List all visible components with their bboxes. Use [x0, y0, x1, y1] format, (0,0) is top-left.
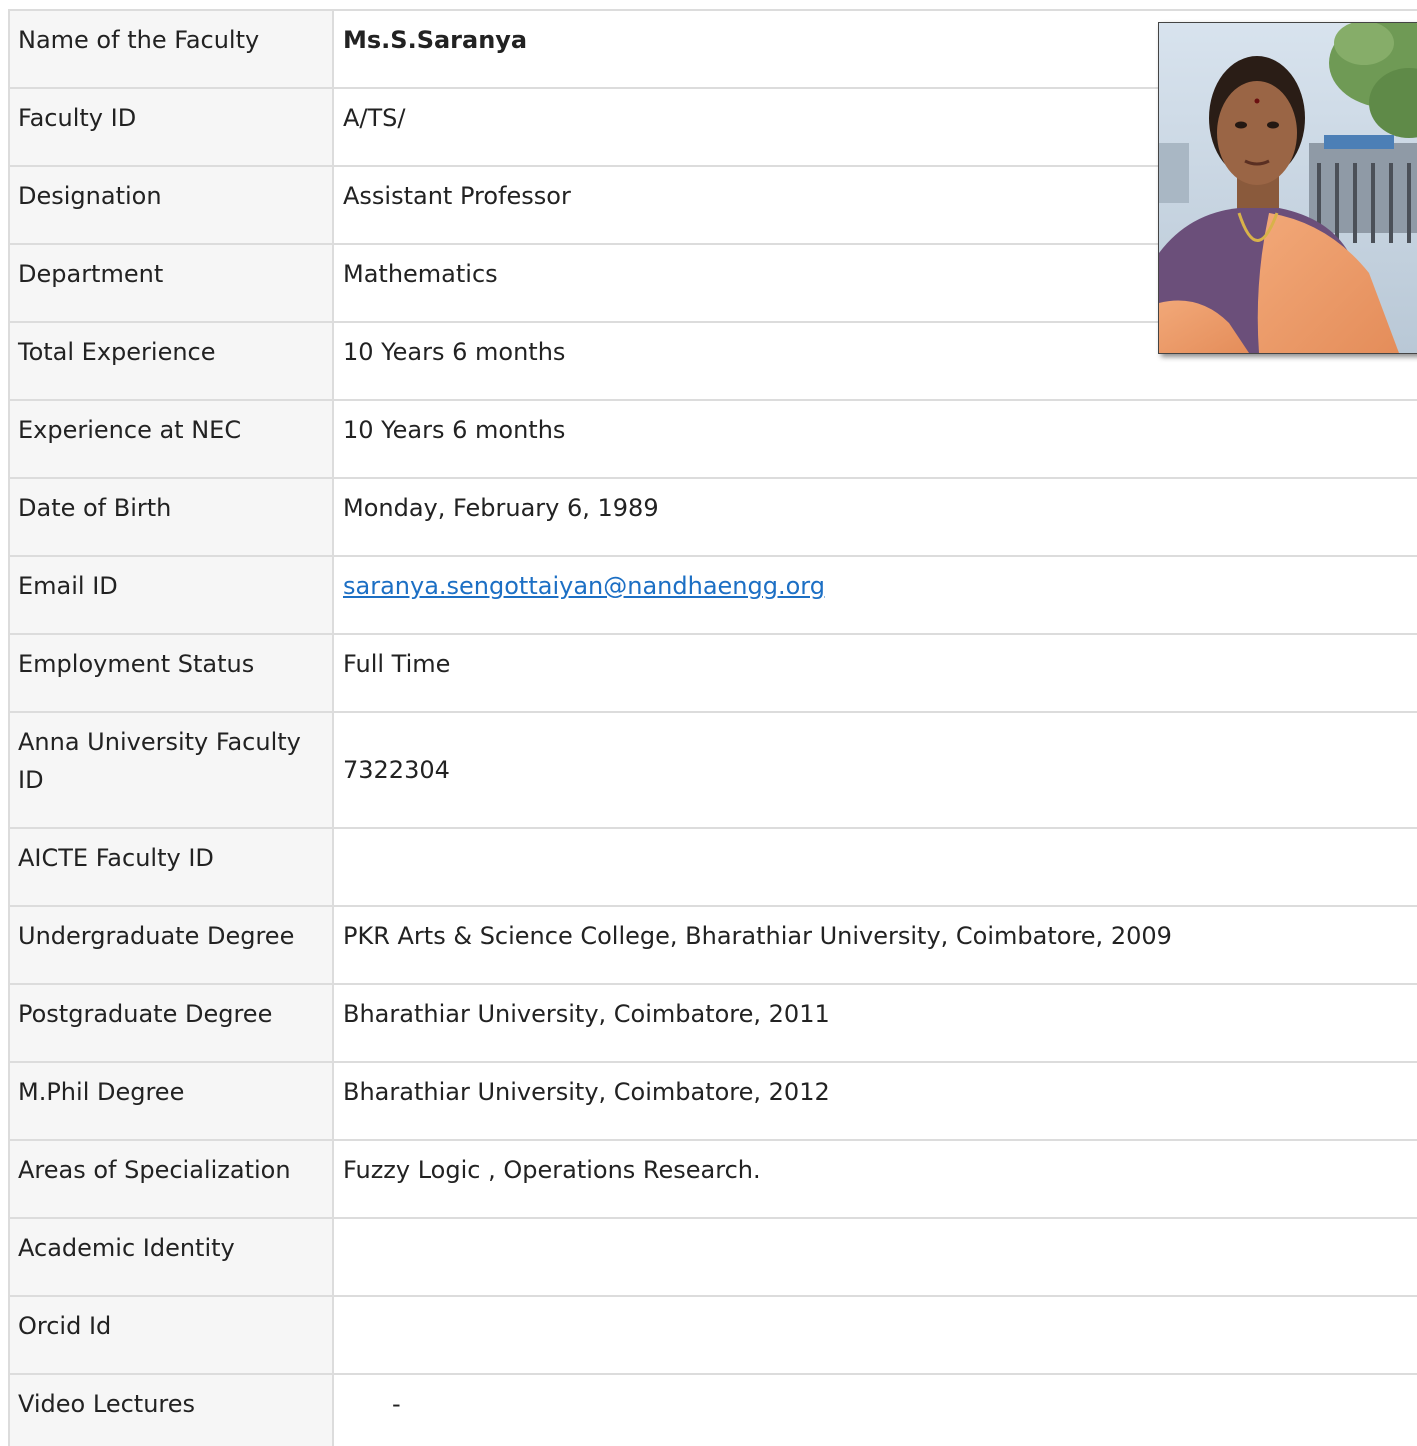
row-label: M.Phil Degree: [8, 1061, 334, 1141]
row-label: Postgraduate Degree: [8, 983, 334, 1063]
table-row: Anna University Faculty ID 7322304: [8, 711, 1417, 829]
video-lectures-value: -: [332, 1373, 1417, 1446]
row-label: Video Lectures: [8, 1373, 334, 1446]
table-row: Areas of Specialization Fuzzy Logic , Op…: [8, 1139, 1417, 1219]
date-of-birth-value: Monday, February 6, 1989: [332, 477, 1417, 557]
email-link[interactable]: saranya.sengottaiyan@nandhaengg.org: [343, 572, 825, 600]
faculty-profile-page: Name of the Faculty Ms.S.Saranya Faculty…: [0, 0, 1417, 1446]
row-label: Employment Status: [8, 633, 334, 713]
ug-degree-value: PKR Arts & Science College, Bharathiar U…: [332, 905, 1417, 985]
pg-degree-value: Bharathiar University, Coimbatore, 2011: [332, 983, 1417, 1063]
table-row: Date of Birth Monday, February 6, 1989: [8, 477, 1417, 557]
table-row: Employment Status Full Time: [8, 633, 1417, 713]
aicte-id-value: [332, 827, 1417, 907]
employment-status-value: Full Time: [332, 633, 1417, 713]
table-row: Undergraduate Degree PKR Arts & Science …: [8, 905, 1417, 985]
table-row: Postgraduate Degree Bharathiar Universit…: [8, 983, 1417, 1063]
table-row: M.Phil Degree Bharathiar University, Coi…: [8, 1061, 1417, 1141]
table-row: Video Lectures -: [8, 1373, 1417, 1446]
portrait-image: [1159, 23, 1417, 353]
nec-experience-value: 10 Years 6 months: [332, 399, 1417, 479]
row-label: Email ID: [8, 555, 334, 635]
table-row: Experience at NEC 10 Years 6 months: [8, 399, 1417, 479]
row-label: Undergraduate Degree: [8, 905, 334, 985]
row-label: Total Experience: [8, 321, 334, 401]
row-label: Areas of Specialization: [8, 1139, 334, 1219]
mphil-degree-value: Bharathiar University, Coimbatore, 2012: [332, 1061, 1417, 1141]
row-label: Anna University Faculty ID: [8, 711, 334, 829]
row-label: Academic Identity: [8, 1217, 334, 1297]
row-label: Name of the Faculty: [8, 9, 334, 89]
email-cell: saranya.sengottaiyan@nandhaengg.org: [332, 555, 1417, 635]
specialization-value: Fuzzy Logic , Operations Research.: [332, 1139, 1417, 1219]
table-row: Academic Identity: [8, 1217, 1417, 1297]
row-label: Faculty ID: [8, 87, 334, 167]
orcid-id-value: [332, 1295, 1417, 1375]
row-label: Designation: [8, 165, 334, 245]
table-row: Orcid Id: [8, 1295, 1417, 1375]
table-row: Email ID saranya.sengottaiyan@nandhaengg…: [8, 555, 1417, 635]
row-label: Department: [8, 243, 334, 323]
faculty-photo: [1158, 22, 1417, 354]
row-label: Experience at NEC: [8, 399, 334, 479]
row-label: Date of Birth: [8, 477, 334, 557]
row-label: AICTE Faculty ID: [8, 827, 334, 907]
anna-university-id-value: 7322304: [332, 711, 1417, 829]
row-label: Orcid Id: [8, 1295, 334, 1375]
table-row: AICTE Faculty ID: [8, 827, 1417, 907]
academic-identity-value: [332, 1217, 1417, 1297]
